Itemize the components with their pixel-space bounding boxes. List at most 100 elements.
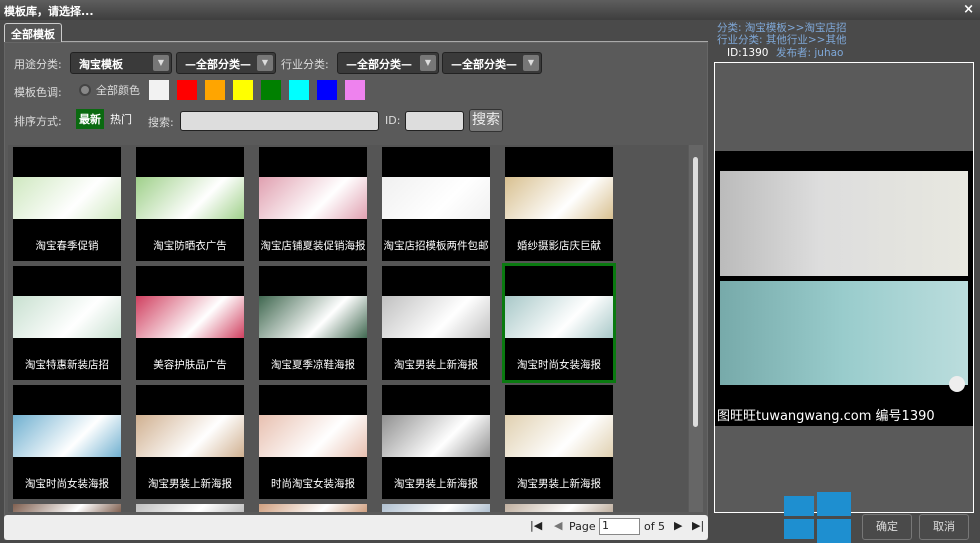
template-name: 淘宝夏季凉鞋海报	[271, 359, 355, 371]
pagination-bar: |◀ ◀ Page 1 of 5 ▶ ▶|	[4, 515, 708, 540]
close-icon[interactable]: ×	[963, 2, 974, 17]
id-input[interactable]	[405, 111, 464, 131]
template-tile[interactable]: 淘宝男装上新海报	[136, 385, 244, 499]
template-name: 淘宝特惠新装店招	[25, 359, 109, 371]
template-name: 婚纱摄影店庆巨献	[517, 240, 601, 252]
template-thumbnail	[259, 177, 367, 219]
tab-all-templates[interactable]: 全部模板	[4, 23, 62, 42]
industry-select[interactable]: —全部分类— ▼	[337, 52, 439, 74]
prev-page-icon[interactable]: ◀	[554, 519, 562, 532]
template-tile[interactable]: 淘宝男装上新海报	[505, 385, 613, 499]
template-tile[interactable]: 时尚淘宝女装海报	[259, 385, 367, 499]
grid-scrollbar[interactable]	[689, 145, 703, 512]
cancel-button[interactable]: 取消	[919, 514, 969, 540]
template-tile[interactable]	[13, 504, 121, 512]
scrollbar-thumb[interactable]	[693, 157, 698, 427]
color-swatch[interactable]	[149, 80, 169, 100]
detail-publisher: 发布者: juhao	[776, 47, 844, 59]
of-label: of	[644, 520, 655, 533]
color-swatch[interactable]	[345, 80, 365, 100]
color-swatch[interactable]	[317, 80, 337, 100]
template-name: 淘宝时尚女装海报	[517, 359, 601, 371]
template-name: 淘宝店铺夏装促销海报	[260, 240, 366, 252]
last-page-icon[interactable]: ▶|	[692, 519, 704, 532]
template-thumbnail	[13, 177, 121, 219]
template-thumbnail	[505, 415, 613, 457]
industry-sub-value: —全部分类—	[451, 58, 517, 71]
first-page-icon[interactable]: |◀	[530, 519, 542, 532]
industry-value: —全部分类—	[346, 58, 412, 71]
search-button[interactable]: 搜索	[469, 109, 503, 132]
color-swatch[interactable]	[289, 80, 309, 100]
chevron-down-icon: ▼	[153, 55, 169, 71]
page-label: Page	[569, 520, 596, 533]
preview-box: 图旺旺tuwangwang.com 编号1390	[714, 62, 974, 513]
template-tile[interactable]	[259, 504, 367, 512]
chevron-down-icon: ▼	[523, 55, 539, 71]
template-name	[382, 504, 490, 512]
template-thumbnail	[136, 296, 244, 338]
template-name: 淘宝男装上新海报	[394, 478, 478, 490]
template-tile[interactable]: 淘宝时尚女装海报	[13, 385, 121, 499]
template-tile[interactable]: 淘宝时尚女装海报	[502, 263, 616, 383]
template-tile[interactable]	[505, 504, 613, 512]
template-thumbnail	[505, 296, 613, 338]
zoom-icon[interactable]	[949, 376, 965, 392]
color-swatch[interactable]	[177, 80, 197, 100]
template-tile[interactable]: 淘宝特惠新装店招	[13, 266, 121, 380]
template-name: 淘宝店招模板两件包邮	[383, 240, 489, 252]
template-tile[interactable]: 淘宝男装上新海报	[382, 266, 490, 380]
chevron-down-icon: ▼	[257, 55, 273, 71]
template-thumbnail	[13, 415, 121, 457]
template-tile[interactable]: 淘宝店招模板两件包邮	[382, 147, 490, 261]
color-swatch[interactable]	[205, 80, 225, 100]
template-thumbnail	[382, 177, 490, 219]
usage-select[interactable]: 淘宝模板 ▼	[70, 52, 172, 74]
color-label: 模板色调:	[14, 86, 62, 99]
all-colors-radio[interactable]	[79, 84, 91, 96]
template-name: 淘宝男装上新海报	[517, 478, 601, 490]
template-thumbnail	[382, 296, 490, 338]
usage-sub-select[interactable]: —全部分类— ▼	[176, 52, 276, 74]
industry-label: 行业分类:	[281, 58, 329, 71]
template-tile[interactable]: 美容护肤品广告	[136, 266, 244, 380]
template-name: 淘宝男装上新海报	[148, 478, 232, 490]
color-swatch[interactable]	[261, 80, 281, 100]
next-page-icon[interactable]: ▶	[674, 519, 682, 532]
search-input[interactable]	[180, 111, 379, 131]
template-tile[interactable]: 淘宝防晒衣广告	[136, 147, 244, 261]
template-name: 美容护肤品广告	[153, 359, 227, 371]
template-name	[505, 504, 613, 512]
page-input[interactable]: 1	[599, 518, 640, 535]
template-tile[interactable]	[136, 504, 244, 512]
template-thumbnail	[136, 415, 244, 457]
sort-hot[interactable]: 热门	[110, 111, 132, 127]
preview-caption: 图旺旺tuwangwang.com 编号1390	[717, 409, 935, 424]
template-thumbnail	[13, 296, 121, 338]
template-tile[interactable]: 淘宝春季促销	[13, 147, 121, 261]
template-grid: 淘宝春季促销 淘宝防晒衣广告 淘宝店铺夏装促销海报 淘宝店招模板两件包邮 婚纱摄影店庆巨…	[8, 145, 688, 512]
template-name: 淘宝男装上新海报	[394, 359, 478, 371]
preview-banner-top	[720, 171, 968, 276]
template-thumbnail	[136, 177, 244, 219]
template-tile[interactable]: 淘宝夏季凉鞋海报	[259, 266, 367, 380]
ok-button[interactable]: 确定	[862, 514, 912, 540]
template-name: 时尚淘宝女装海报	[271, 478, 355, 490]
template-tile[interactable]: 婚纱摄影店庆巨献	[505, 147, 613, 261]
template-name	[136, 504, 244, 512]
dialog: 模板库，请选择... × 全部模板 用途分类: 淘宝模板 ▼ —全部分类— ▼ 行业分…	[0, 0, 980, 543]
template-thumbnail	[505, 177, 613, 219]
id-label: ID:	[385, 114, 401, 127]
template-name: 淘宝防晒衣广告	[153, 240, 227, 252]
template-tile[interactable]: 淘宝男装上新海报	[382, 385, 490, 499]
template-tile[interactable]: 淘宝店铺夏装促销海报	[259, 147, 367, 261]
search-label: 搜索:	[148, 116, 174, 129]
template-tile[interactable]	[382, 504, 490, 512]
sort-newest[interactable]: 最新	[76, 109, 104, 129]
usage-sub-value: —全部分类—	[185, 58, 251, 71]
template-thumbnail	[259, 415, 367, 457]
preview-banner-bottom	[720, 281, 968, 385]
template-name: 淘宝春季促销	[35, 240, 99, 252]
color-swatch[interactable]	[233, 80, 253, 100]
industry-sub-select[interactable]: —全部分类— ▼	[442, 52, 542, 74]
